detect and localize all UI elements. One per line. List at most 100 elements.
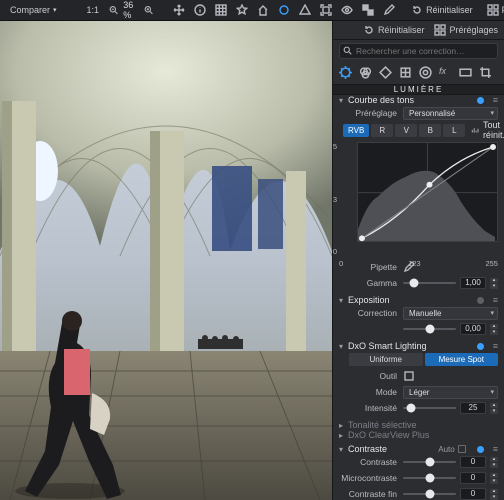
channel-v[interactable]: V: [395, 124, 417, 137]
reset-panel-button[interactable]: Réinitialiser: [363, 24, 425, 36]
image-preview[interactable]: [0, 21, 332, 500]
group-clearview[interactable]: ▸ DxO ClearView Plus: [333, 430, 504, 440]
smart-title: DxO Smart Lighting: [348, 341, 427, 351]
zoom-percent[interactable]: 36 %: [123, 0, 139, 20]
group-selective-tone[interactable]: ▸ Tonalité sélective: [333, 420, 504, 430]
preset-dropdown[interactable]: Personnalisé: [403, 107, 498, 120]
reset-icon: [411, 4, 423, 16]
watermark-tab-icon[interactable]: [459, 66, 472, 79]
group-menu-icon[interactable]: ≡: [493, 444, 498, 454]
preset-label: Préréglage: [339, 108, 397, 118]
tool-label: Outil: [339, 371, 397, 381]
search-icon: [343, 46, 352, 55]
mode-label: Mode: [339, 387, 397, 397]
focus-icon[interactable]: [320, 4, 332, 16]
contrast-value[interactable]: 0: [460, 488, 486, 500]
move-tool-icon[interactable]: [173, 4, 185, 16]
group-menu-icon[interactable]: ≡: [493, 295, 498, 305]
info-icon[interactable]: [194, 4, 206, 16]
contrast-stepper[interactable]: ▴▾: [490, 489, 498, 500]
mode-uniform[interactable]: Uniforme: [349, 353, 423, 366]
contrast-slider[interactable]: [403, 457, 456, 467]
correction-dropdown[interactable]: Manuelle: [403, 307, 498, 320]
exposure-slider[interactable]: [403, 324, 456, 334]
gamma-stepper[interactable]: ▴▾: [490, 278, 498, 289]
detail-tab-icon[interactable]: [379, 66, 392, 79]
one-to-one-button[interactable]: 1:1: [83, 3, 104, 17]
home-icon[interactable]: [257, 4, 269, 16]
reset-button[interactable]: Réinitialiser: [407, 2, 477, 18]
mode-spot[interactable]: Mesure Spot: [425, 353, 499, 366]
zoom-out-icon[interactable]: [109, 4, 118, 16]
eye-icon[interactable]: [341, 4, 353, 16]
channel-l[interactable]: L: [443, 124, 465, 137]
panel-tool-strip: fx: [333, 63, 504, 84]
compare-button[interactable]: Comparer ▾: [6, 3, 61, 17]
checker-icon[interactable]: [362, 4, 374, 16]
group-menu-icon[interactable]: ≡: [493, 95, 498, 105]
warning-icon[interactable]: [299, 4, 311, 16]
group-smart-lighting[interactable]: ▾ DxO Smart Lighting ≡: [333, 341, 504, 351]
zoom-in-icon[interactable]: [144, 4, 153, 16]
search-input[interactable]: [339, 43, 498, 59]
contrast-row-label: Contraste: [339, 457, 397, 467]
presets-button[interactable]: Préréglages: [483, 2, 504, 18]
light-tab-icon[interactable]: [339, 66, 352, 79]
chevron-down-icon: ▾: [339, 96, 343, 105]
exposure-value[interactable]: 0,00: [460, 323, 486, 335]
channel-b[interactable]: B: [419, 124, 441, 137]
gamma-slider[interactable]: [403, 278, 456, 288]
top-toolbar: Comparer ▾ 1:1 36 % Réinitialiser Prérég…: [0, 0, 504, 21]
chevron-down-icon: ▾: [339, 445, 343, 454]
chevron-down-icon: ▾: [339, 342, 343, 351]
contrast-row-label: Contraste fin: [339, 489, 397, 499]
intensity-stepper[interactable]: ▴▾: [490, 403, 498, 414]
main-area: Réinitialiser Préréglages fx LUMIÈRE ▾: [0, 21, 504, 500]
fx-tab-icon[interactable]: fx: [439, 66, 452, 79]
mask-icon[interactable]: [278, 4, 290, 16]
intensity-value[interactable]: 25: [460, 402, 486, 414]
face-tool-icon[interactable]: [403, 370, 415, 382]
active-dot[interactable]: [477, 343, 484, 350]
contrast-stepper[interactable]: ▴▾: [490, 457, 498, 468]
contrast-slider[interactable]: [403, 489, 456, 499]
grid-icon[interactable]: [215, 4, 227, 16]
histogram-icon[interactable]: [471, 124, 479, 136]
reset-all-button[interactable]: Tout réinit.: [483, 120, 504, 140]
crop-tab-icon[interactable]: [479, 66, 492, 79]
color-tab-icon[interactable]: [359, 66, 372, 79]
picker-icon[interactable]: [383, 4, 395, 16]
group-tone-curve[interactable]: ▾ Courbe des tons ≡: [333, 95, 504, 105]
contrast-stepper[interactable]: ▴▾: [490, 473, 498, 484]
group-contrast[interactable]: ▾ Contraste Auto ≡: [333, 444, 504, 454]
chevron-right-icon: ▸: [339, 431, 343, 440]
star-icon[interactable]: [236, 4, 248, 16]
inactive-dot[interactable]: [477, 297, 484, 304]
presets-icon: [434, 24, 446, 36]
local-tab-icon[interactable]: [419, 66, 432, 79]
right-panel: Réinitialiser Préréglages fx LUMIÈRE ▾: [332, 21, 504, 500]
channel-r[interactable]: R: [371, 124, 393, 137]
presets-panel-button[interactable]: Préréglages: [434, 24, 498, 36]
contrast-value[interactable]: 0: [460, 472, 486, 484]
active-dot[interactable]: [477, 97, 484, 104]
group-menu-icon[interactable]: ≡: [493, 341, 498, 351]
presets-icon: [487, 4, 499, 16]
tone-curve-title: Courbe des tons: [348, 95, 414, 105]
intensity-slider[interactable]: [403, 403, 456, 413]
group-exposure[interactable]: ▾ Exposition ≡: [333, 295, 504, 305]
contrast-slider[interactable]: [403, 473, 456, 483]
smart-mode-dropdown[interactable]: Léger: [403, 386, 498, 399]
auto-checkbox[interactable]: [458, 445, 466, 453]
reset-icon: [363, 24, 375, 36]
contrast-value[interactable]: 0: [460, 456, 486, 468]
active-dot[interactable]: [477, 446, 484, 453]
channel-rvb[interactable]: RVB: [343, 124, 369, 137]
gamma-value[interactable]: 1,00: [460, 277, 486, 289]
chevron-down-icon: ▾: [339, 296, 343, 305]
tone-curve-editor[interactable]: 255 123 0 0: [339, 142, 498, 256]
contrast-row-label: Microcontraste: [339, 473, 397, 483]
contrast-title: Contraste: [348, 444, 387, 454]
exposure-stepper[interactable]: ▴▾: [490, 324, 498, 335]
geometry-tab-icon[interactable]: [399, 66, 412, 79]
